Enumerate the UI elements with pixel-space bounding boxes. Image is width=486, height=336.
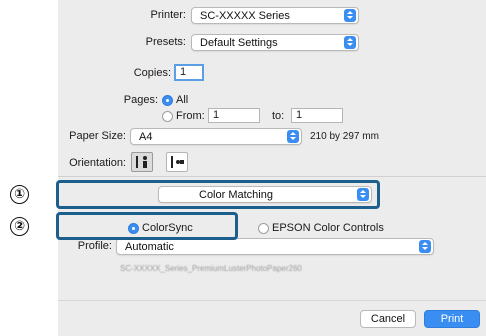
callout-number-1: ① [10, 185, 29, 204]
copies-label: Copies: [133, 67, 171, 79]
print-button[interactable]: Print [424, 310, 480, 328]
landscape-button[interactable] [166, 152, 188, 172]
presets-label: Presets: [145, 36, 186, 48]
presets-popup[interactable]: Default Settings [191, 34, 359, 51]
divider [58, 300, 486, 301]
callout-box-1 [56, 180, 380, 209]
print-dialog: Printer: SC-XXXXX Series Presets: Defaul… [58, 0, 486, 336]
paper-size-popup[interactable]: A4 [130, 128, 302, 145]
callout-number-2: ② [10, 217, 29, 236]
from-input[interactable]: 1 [208, 108, 260, 123]
callout-box-2 [56, 212, 238, 240]
pages-from-radio[interactable] [162, 111, 173, 122]
chevron-updown-icon [419, 240, 431, 253]
pages-label: Pages: [123, 94, 158, 106]
pages-all-label: All [176, 94, 189, 106]
landscape-icon [171, 156, 184, 168]
epson-color-controls-label: EPSON Color Controls [272, 222, 384, 234]
pages-to-label: to: [272, 110, 285, 122]
profile-label: Profile: [77, 240, 112, 252]
pages-from-label: From: [176, 110, 205, 122]
printer-label: Printer: [150, 9, 186, 21]
portrait-icon [136, 156, 147, 168]
printer-value: SC-XXXXX Series [200, 10, 290, 22]
profile-value: Automatic [125, 241, 174, 253]
paper-size-dims: 210 by 297 mm [310, 131, 379, 142]
epson-color-controls-radio[interactable] [258, 223, 269, 234]
presets-value: Default Settings [200, 37, 278, 49]
portrait-button[interactable] [131, 152, 153, 172]
copies-input[interactable]: 1 [174, 64, 204, 81]
orientation-label: Orientation: [69, 157, 126, 169]
profile-popup[interactable]: Automatic [116, 238, 434, 255]
profile-detail: SC-XXXXX_Series_PremiumLusterPhotoPaper2… [120, 264, 302, 273]
chevron-updown-icon [344, 36, 356, 49]
divider [58, 176, 486, 177]
chevron-updown-icon [287, 130, 299, 143]
chevron-updown-icon [344, 9, 356, 22]
pages-all-radio[interactable] [162, 95, 173, 106]
paper-size-value: A4 [139, 131, 153, 143]
printer-popup[interactable]: SC-XXXXX Series [191, 7, 359, 24]
to-input[interactable]: 1 [291, 108, 343, 123]
cancel-button[interactable]: Cancel [360, 310, 416, 328]
paper-size-label: Paper Size: [69, 130, 126, 142]
